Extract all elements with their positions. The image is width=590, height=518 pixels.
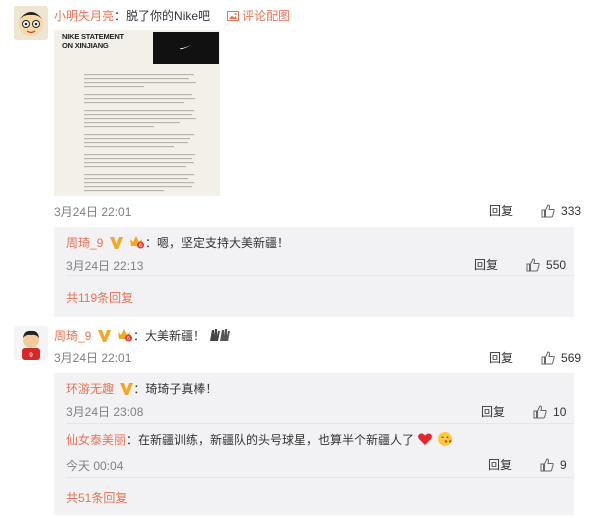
comment-actions: 回复 569 [489, 349, 581, 366]
like-count: 9 [560, 457, 567, 472]
more-replies-link[interactable]: 共119条回复 [66, 289, 133, 306]
subreply-text: ：琦琦子真棒！ [133, 382, 218, 396]
divider [66, 477, 574, 478]
comment-text-line: 周琦_9 6 ：大美新疆！ [54, 327, 232, 344]
reply-button[interactable]: 回复 [489, 202, 513, 219]
blowing-kiss-icon [437, 432, 452, 446]
like-button[interactable]: 333 [541, 204, 581, 218]
svg-text:6: 6 [127, 336, 130, 342]
svg-text:6: 6 [139, 243, 142, 249]
like-button[interactable]: 10 [533, 405, 566, 419]
comment-image-link[interactable]: 评论配图 [242, 9, 290, 23]
subreply-box: 环游无趣 ：琦琦子真棒！ 3月24日 23:08 回复 10 仙女泰美丽：在新疆… [54, 373, 574, 515]
like-button[interactable]: 550 [526, 258, 566, 272]
subreply-time: 3月24日 22:13 [66, 259, 144, 273]
reply-button[interactable]: 回复 [474, 256, 498, 273]
vip-badge-icon: 6 [118, 329, 133, 342]
clapping-hands-icon [210, 329, 231, 341]
divider [66, 423, 574, 424]
red-heart-icon [418, 433, 433, 445]
subreply-box: 周琦_9 6 ：嗯，坚定支持大美新疆！ 3月24日 22:13 回复 550 共1… [54, 227, 574, 317]
subreply-actions: 回复 9 [488, 456, 567, 473]
more-replies-link[interactable]: 共51条回复 [66, 489, 127, 506]
subreply-text: ：嗯，坚定支持大美新疆！ [145, 236, 290, 250]
like-count: 333 [561, 203, 582, 218]
subreply-time: 今天 00:04 [66, 459, 124, 473]
subreply-username[interactable]: 仙女泰美丽 [66, 433, 126, 447]
thumbs-up-icon [526, 257, 540, 271]
like-button[interactable]: 569 [541, 351, 581, 365]
like-count: 10 [553, 404, 567, 419]
subreply-username[interactable]: 周琦_9 [66, 236, 103, 250]
vip-badge-icon: 6 [130, 236, 145, 249]
like-count: 569 [561, 350, 582, 365]
avatar[interactable] [14, 6, 48, 40]
image-icon[interactable] [226, 10, 239, 26]
like-count: 550 [546, 257, 567, 272]
comment-username[interactable]: 周琦_9 [54, 329, 91, 343]
comment-time: 3月24日 22:01 [54, 351, 132, 365]
verified-v-icon [109, 237, 123, 249]
comment-image[interactable]: NIKE STATEMENT ON XINJIANG [54, 30, 220, 196]
svg-text:9: 9 [29, 352, 33, 359]
thumbs-up-icon [541, 350, 555, 364]
subreply-item: 仙女泰美丽：在新疆训练，新疆队的头号球星，也算半个新疆人了 [66, 431, 453, 448]
verified-v-icon [97, 330, 111, 342]
thumbs-up-icon [540, 457, 554, 471]
reply-button[interactable]: 回复 [488, 456, 512, 473]
comment-actions: 回复 333 [489, 202, 581, 219]
comment-text: 脱了你的Nike吧 [126, 9, 211, 23]
like-button[interactable]: 9 [540, 458, 567, 472]
subreply-actions: 回复 10 [481, 403, 566, 420]
reply-button[interactable]: 回复 [489, 349, 513, 366]
comment-colon: ： [114, 9, 127, 23]
subreply-username[interactable]: 环游无趣 [66, 382, 114, 396]
thumbs-up-icon [533, 404, 547, 418]
thumbs-up-icon [541, 203, 555, 217]
comment-text: ：大美新疆！ [133, 329, 206, 343]
subreply-item: 环游无趣 ：琦琦子真棒！ [66, 381, 217, 397]
subreply-text: ：在新疆训练，新疆队的头号球星，也算半个新疆人了 [126, 433, 415, 447]
document-text-lines [84, 74, 196, 192]
comment-text-line: 小明失月亮：脱了你的Nike吧 评论配图 [54, 8, 290, 26]
verified-v-icon [120, 383, 134, 395]
reply-button[interactable]: 回复 [481, 403, 505, 420]
avatar[interactable]: 9 [14, 326, 48, 360]
subreply-time: 3月24日 23:08 [66, 405, 144, 419]
comment-time: 3月24日 22:01 [54, 205, 132, 219]
subreply-actions: 回复 550 [474, 256, 566, 273]
divider [66, 275, 574, 276]
comment-username[interactable]: 小明失月亮 [54, 9, 114, 23]
